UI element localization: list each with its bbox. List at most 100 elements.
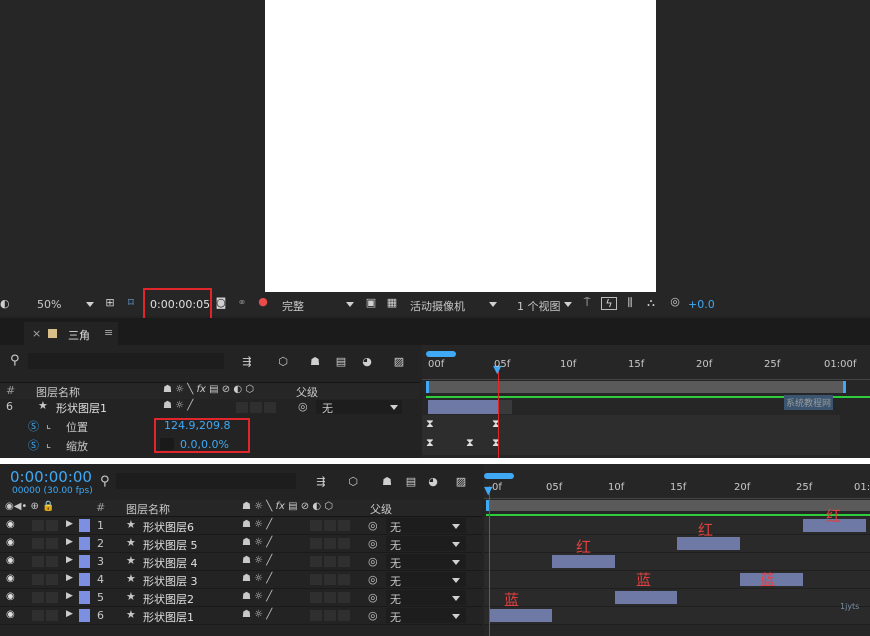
- parent-select[interactable]: 无: [386, 590, 466, 606]
- search-icon[interactable]: ⚲: [100, 474, 110, 489]
- parent-select[interactable]: 无: [386, 518, 466, 534]
- switch-box[interactable]: [338, 520, 350, 531]
- tab-close-icon[interactable]: ×: [32, 327, 41, 340]
- keyframe-icon[interactable]: ⧗: [426, 417, 434, 431]
- layer-color-label[interactable]: [79, 555, 90, 568]
- color-channel-icon[interactable]: ●: [256, 296, 270, 308]
- motion-blur-icon[interactable]: ◕: [360, 356, 374, 368]
- pickwhip-icon[interactable]: ◎: [368, 591, 378, 604]
- timeline-icon[interactable]: ⫼: [623, 297, 637, 309]
- graph-icon[interactable]: ⌞: [46, 437, 51, 450]
- exposure-value[interactable]: +0.0: [688, 298, 715, 311]
- solo-toggle[interactable]: [46, 592, 58, 603]
- zoom-dropdown-icon[interactable]: [86, 302, 94, 307]
- work-area-bar[interactable]: [486, 500, 870, 511]
- audio-toggle[interactable]: [32, 610, 44, 621]
- audio-toggle[interactable]: [32, 592, 44, 603]
- toggle-pixel-icon[interactable]: ⍑: [580, 297, 594, 309]
- shy-layers-icon[interactable]: ☗: [308, 356, 322, 368]
- show-snapshot-icon[interactable]: ⚭: [235, 297, 249, 309]
- parent-dropdown-icon[interactable]: [390, 405, 398, 410]
- exposure-icon[interactable]: ◎: [668, 296, 682, 308]
- parent-select[interactable]: 无: [316, 400, 402, 415]
- transparency-grid-icon[interactable]: ▦: [385, 297, 399, 309]
- layer-duration-bar[interactable]: [428, 400, 498, 414]
- layer-row[interactable]: ◉ ▶ 5 ★ 形状图层2 ☗ ☼ ╱ ◎ 无: [0, 589, 482, 607]
- parent-dropdown-icon[interactable]: [452, 542, 460, 547]
- flowchart-icon[interactable]: ⛬: [644, 297, 658, 309]
- expand-arrow-icon[interactable]: ▶: [66, 555, 73, 565]
- switch-box-1[interactable]: [236, 402, 248, 413]
- layer-name[interactable]: 形状图层 4: [143, 555, 198, 571]
- switch-box-3[interactable]: [264, 402, 276, 413]
- camera-dropdown-icon[interactable]: [489, 302, 497, 307]
- expand-arrow-icon[interactable]: ▶: [66, 519, 73, 529]
- parent-dropdown-icon[interactable]: [452, 560, 460, 565]
- expand-arrow-icon[interactable]: ▶: [66, 573, 73, 583]
- layer-color-label[interactable]: [79, 609, 90, 622]
- solo-toggle[interactable]: [46, 556, 58, 567]
- layer-name[interactable]: 形状图层2: [143, 591, 194, 607]
- tab-menu-icon[interactable]: ≡: [104, 326, 113, 339]
- stopwatch-icon[interactable]: Ⓢ: [28, 437, 39, 453]
- visibility-eye-icon[interactable]: ◉: [6, 609, 15, 620]
- keyframe-icon[interactable]: ⧗: [466, 436, 474, 450]
- motion-blur-icon[interactable]: ◕: [426, 476, 440, 488]
- parent-dropdown-icon[interactable]: [452, 578, 460, 583]
- layer-search-input[interactable]: [28, 353, 224, 369]
- frame-blending-icon[interactable]: ▤: [334, 356, 348, 368]
- camera-select[interactable]: 活动摄像机: [410, 298, 465, 314]
- switch-box-2[interactable]: [250, 402, 262, 413]
- layer-color-label[interactable]: [79, 519, 90, 532]
- comp-mini-flowchart-icon[interactable]: ⇶: [314, 476, 328, 488]
- layer-switches[interactable]: ☗ ☼ ╱: [242, 519, 272, 530]
- region-of-interest-icon[interactable]: ▣: [364, 297, 378, 309]
- parent-dropdown-icon[interactable]: [452, 524, 460, 529]
- solo-toggle[interactable]: [46, 538, 58, 549]
- switch-box[interactable]: [338, 610, 350, 621]
- pickwhip-icon[interactable]: ◎: [298, 400, 308, 413]
- visibility-eye-icon[interactable]: ◉: [6, 519, 15, 530]
- views-dropdown-icon[interactable]: [564, 302, 572, 307]
- pickwhip-icon[interactable]: ◎: [368, 537, 378, 550]
- pickwhip-icon[interactable]: ◎: [368, 573, 378, 586]
- layer-switches[interactable]: ☗ ☼ ╱: [242, 591, 272, 602]
- draft-3d-icon[interactable]: ⬡: [276, 356, 290, 368]
- expand-arrow-icon[interactable]: ▶: [66, 609, 73, 619]
- expand-arrow-icon[interactable]: ▶: [66, 591, 73, 601]
- layer-row[interactable]: ◉ ▶ 2 ★ 形状图层 5 ☗ ☼ ╱ ◎ 无: [0, 535, 482, 553]
- pickwhip-icon[interactable]: ◎: [368, 519, 378, 532]
- layer-switches[interactable]: ☗ ☼ ╱: [242, 609, 272, 620]
- pickwhip-icon[interactable]: ◎: [368, 609, 378, 622]
- layer-color-label[interactable]: [79, 537, 90, 550]
- switch-box[interactable]: [310, 520, 322, 531]
- switch-box[interactable]: [324, 556, 336, 567]
- composition-canvas[interactable]: [265, 0, 656, 292]
- audio-toggle[interactable]: [32, 556, 44, 567]
- parent-select[interactable]: 无: [386, 536, 466, 552]
- snapshot-icon[interactable]: ◙: [214, 297, 228, 309]
- current-time-indicator[interactable]: [498, 365, 499, 458]
- parent-select[interactable]: 无: [386, 572, 466, 588]
- shy-layers-icon[interactable]: ☗: [380, 476, 394, 488]
- audio-toggle[interactable]: [32, 574, 44, 585]
- switch-box[interactable]: [310, 592, 322, 603]
- solo-toggle[interactable]: [46, 610, 58, 621]
- switch-box[interactable]: [338, 556, 350, 567]
- layer-search-input[interactable]: [116, 473, 296, 489]
- fast-preview-icon[interactable]: ϟ: [601, 297, 617, 310]
- frame-blending-icon[interactable]: ▤: [404, 476, 418, 488]
- mask-path-icon[interactable]: ⌑: [124, 297, 138, 309]
- zoom-level[interactable]: 50%: [37, 298, 61, 311]
- visibility-eye-icon[interactable]: ◉: [6, 573, 15, 584]
- graph-icon[interactable]: ⌞: [46, 418, 51, 431]
- layer-switches[interactable]: ☗ ☼ ╱: [163, 400, 193, 411]
- time-navigator[interactable]: [484, 473, 514, 479]
- search-icon[interactable]: ⚲: [10, 353, 20, 368]
- visibility-eye-icon[interactable]: ◉: [6, 555, 15, 566]
- switch-box[interactable]: [324, 574, 336, 585]
- layer-row[interactable]: ◉ ▶ 3 ★ 形状图层 4 ☗ ☼ ╱ ◎ 无: [0, 553, 482, 571]
- switch-box[interactable]: [338, 592, 350, 603]
- grid-icon[interactable]: ⊞: [103, 297, 117, 309]
- composition-tab[interactable]: × 三角 ≡: [24, 322, 118, 345]
